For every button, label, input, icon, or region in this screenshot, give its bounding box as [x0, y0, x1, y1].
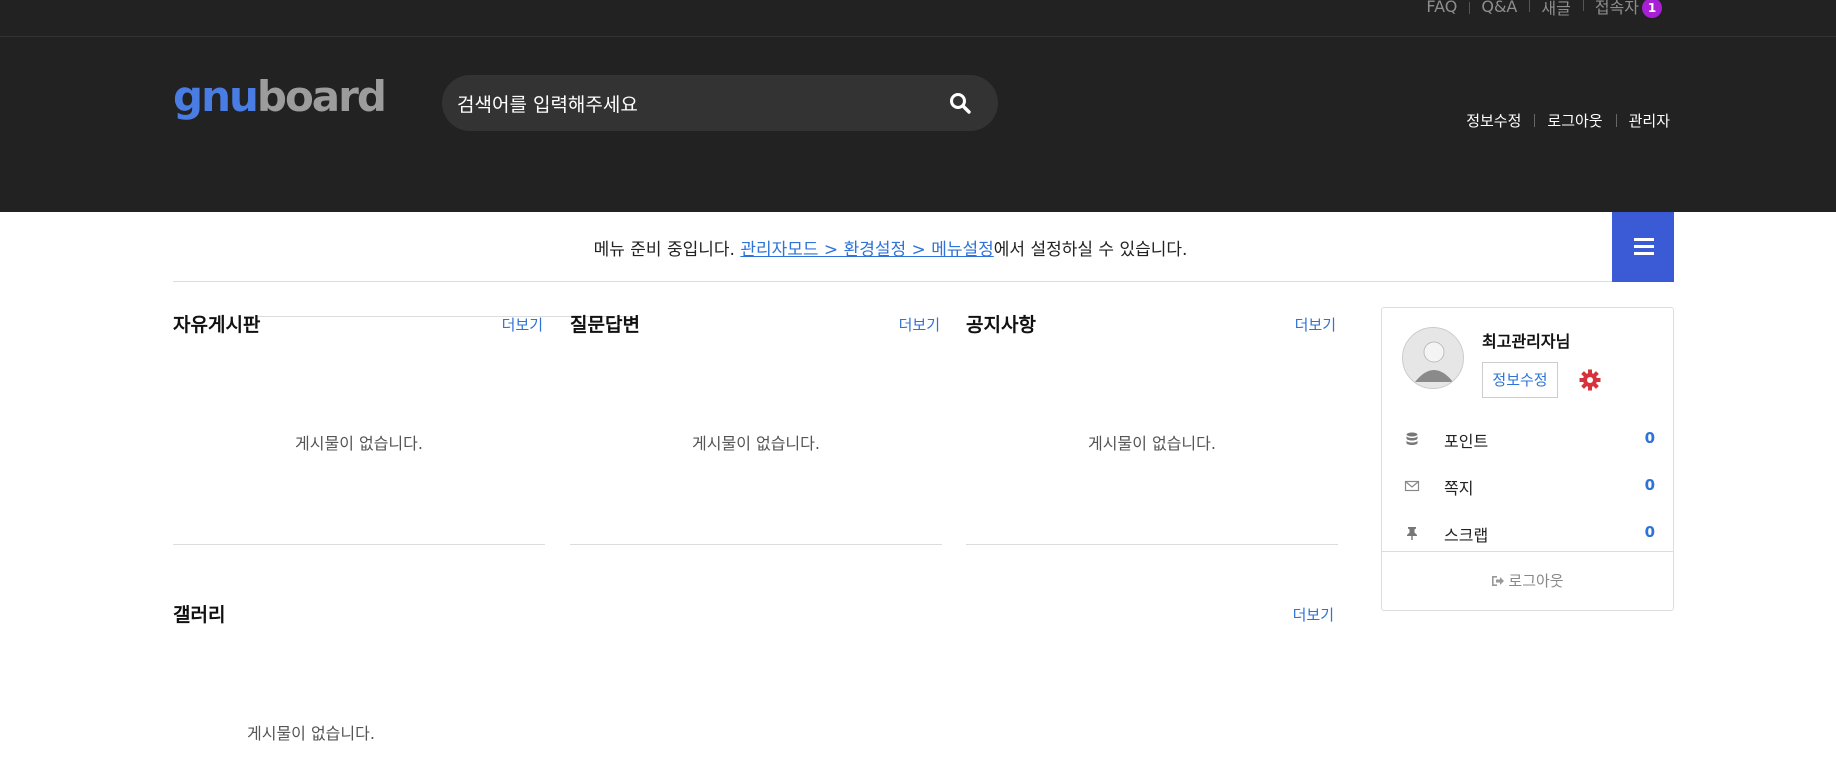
hamburger-icon	[1634, 238, 1654, 241]
empty-message: 게시물이 없습니다.	[1088, 434, 1216, 453]
hamburger-icon-bar	[1634, 245, 1654, 248]
board-title[interactable]: 갤러리	[173, 600, 225, 627]
scrap-value[interactable]: 0	[1645, 523, 1655, 541]
board-free: 자유게시판 더보기 게시물이 없습니다.	[173, 300, 545, 545]
database-icon	[1406, 432, 1418, 445]
hamburger-menu-button[interactable]	[1612, 212, 1674, 282]
site-header: gnu board 검색어를 입력해주세요 정보수정 로그아웃 관리자	[0, 37, 1836, 317]
empty-message: 게시물이 없습니다.	[295, 434, 423, 453]
board-gallery: 갤러리 더보기 게시물이 없습니다.	[173, 592, 1336, 781]
memo-value[interactable]: 0	[1645, 476, 1655, 494]
profile-logout-label: 로그아웃	[1508, 572, 1564, 590]
board-notice: 공지사항 더보기 게시물이 없습니다.	[966, 300, 1338, 545]
empty-message: 게시물이 없습니다.	[692, 434, 820, 453]
menu-notice-before: 메뉴 준비 중입니다.	[593, 240, 741, 260]
empty-message: 게시물이 없습니다.	[247, 724, 375, 743]
visitors-label: 접속자	[1594, 0, 1639, 17]
envelope-icon	[1404, 480, 1420, 492]
search-box[interactable]: 검색어를 입력해주세요	[442, 75, 998, 131]
profile-divider	[1382, 551, 1673, 552]
more-link[interactable]: 더보기	[899, 314, 940, 335]
visitor-count-badge: 1	[1642, 0, 1662, 18]
thumbtack-icon	[1407, 527, 1417, 540]
logo-gnu: gnu	[173, 72, 259, 121]
profile-logout-button[interactable]: 로그아웃	[1382, 570, 1673, 591]
logout-link[interactable]: 로그아웃	[1534, 110, 1615, 131]
header-links: 정보수정 로그아웃 관리자	[1453, 110, 1670, 131]
gear-icon[interactable]	[1578, 368, 1602, 392]
memo-label: 쪽지	[1444, 479, 1474, 498]
scrap-label: 스크랩	[1444, 526, 1489, 545]
admin-link[interactable]: 관리자	[1615, 110, 1670, 131]
edit-info-link[interactable]: 정보수정	[1453, 110, 1534, 131]
more-link[interactable]: 더보기	[1293, 604, 1334, 625]
top-links: FAQ Q&A 새글 접속자 1	[1414, 0, 1674, 19]
avatar	[1402, 327, 1464, 389]
board-title[interactable]: 공지사항	[966, 310, 1036, 337]
points-label: 포인트	[1444, 432, 1489, 451]
hamburger-icon-bar	[1634, 252, 1654, 255]
board-qa: 질문답변 더보기 게시물이 없습니다.	[570, 300, 942, 545]
search-input[interactable]: 검색어를 입력해주세요	[457, 90, 638, 117]
profile-box: 최고관리자님 정보수정 포인트 0 쪽지 0 스크랩 0 로그아웃	[1381, 307, 1674, 611]
scrap-row[interactable]: 스크랩 0	[1382, 518, 1673, 548]
faq-link[interactable]: FAQ	[1414, 0, 1469, 16]
new-posts-link[interactable]: 새글	[1529, 0, 1582, 19]
gnuboard-logo[interactable]: gnu board	[173, 72, 629, 317]
board-title[interactable]: 자유게시판	[173, 310, 260, 337]
more-link[interactable]: 더보기	[502, 314, 543, 335]
sign-out-icon	[1492, 576, 1505, 586]
profile-name: 최고관리자님	[1482, 332, 1571, 351]
points-value[interactable]: 0	[1645, 429, 1655, 447]
more-link[interactable]: 더보기	[1295, 314, 1336, 335]
qa-link[interactable]: Q&A	[1469, 0, 1529, 16]
menu-bar: 메뉴 준비 중입니다. 관리자모드 > 환경설정 > 메뉴설정에서 설정하실 수…	[173, 212, 1674, 282]
edit-info-button[interactable]: 정보수정	[1482, 362, 1558, 398]
menu-settings-link[interactable]: 관리자모드 > 환경설정 > 메뉴설정	[740, 240, 993, 260]
menu-notice-after: 에서 설정하실 수 있습니다.	[993, 240, 1188, 260]
points-row[interactable]: 포인트 0	[1382, 424, 1673, 454]
memo-row[interactable]: 쪽지 0	[1382, 471, 1673, 501]
avatar-icon	[1415, 341, 1453, 382]
top-bar: FAQ Q&A 새글 접속자 1	[0, 0, 1836, 37]
board-title[interactable]: 질문답변	[570, 310, 640, 337]
visitors-link[interactable]: 접속자 1	[1582, 0, 1674, 19]
search-icon[interactable]	[948, 91, 972, 115]
menu-notice: 메뉴 준비 중입니다. 관리자모드 > 환경설정 > 메뉴설정에서 설정하실 수…	[173, 235, 1608, 260]
